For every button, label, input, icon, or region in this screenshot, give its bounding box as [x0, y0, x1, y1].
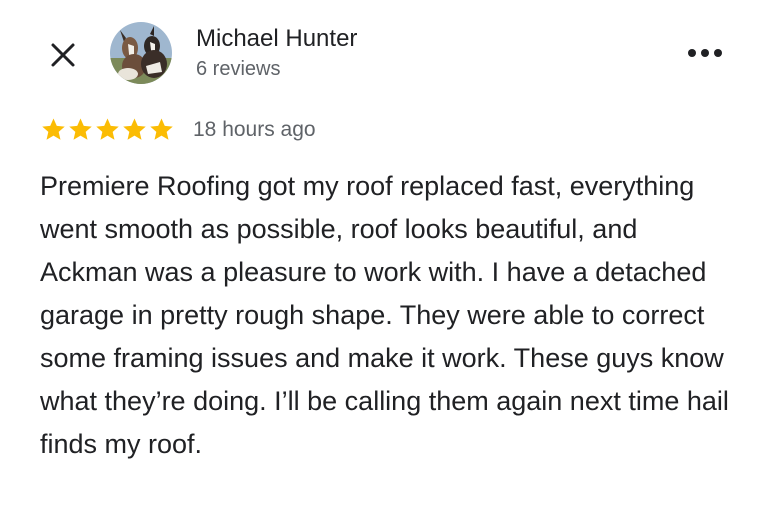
- review-text: Premiere Roofing got my roof replaced fa…: [40, 171, 729, 459]
- close-icon: [51, 43, 75, 67]
- more-options-icon: [688, 49, 722, 57]
- review-count: 6 reviews: [196, 58, 281, 80]
- avatar-image: [110, 22, 172, 84]
- star-rating: [40, 116, 175, 143]
- rating-row: 18 hours ago: [40, 116, 316, 143]
- more-options-button[interactable]: [680, 38, 730, 68]
- close-button[interactable]: [46, 38, 80, 72]
- star-icon: [96, 118, 119, 140]
- star-icon: [150, 118, 173, 140]
- star-icon: [123, 118, 146, 140]
- review-timestamp: 18 hours ago: [193, 117, 316, 141]
- avatar[interactable]: [110, 22, 172, 84]
- star-icon: [69, 118, 92, 140]
- reviewer-info[interactable]: Michael Hunter 6 reviews: [196, 24, 357, 82]
- reviewer-name[interactable]: Michael Hunter: [196, 24, 357, 54]
- star-icon: [42, 118, 65, 140]
